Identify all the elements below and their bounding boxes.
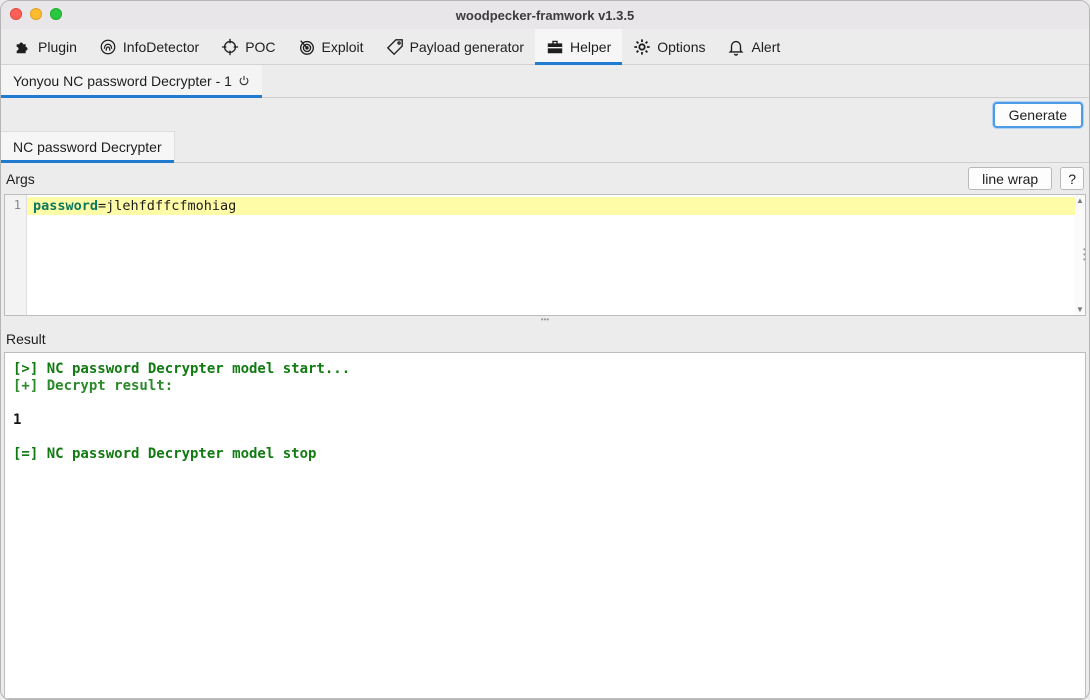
title-bar: woodpecker-framwork v1.3.5: [1, 1, 1089, 29]
result-output: [>] NC password Decrypter model start...…: [4, 352, 1086, 699]
result-blank-line: [13, 429, 1077, 446]
result-line: [>] NC password Decrypter model start...: [13, 361, 351, 377]
args-header: Args line wrap ?: [1, 163, 1089, 194]
tab-nc-password-decrypter[interactable]: NC password Decrypter: [1, 131, 175, 163]
minimize-window-button[interactable]: [30, 8, 42, 20]
result-label: Result: [6, 331, 46, 347]
tab-options-label: Options: [657, 38, 706, 55]
bell-icon: [729, 40, 744, 56]
splitter-handle-icon[interactable]: •••: [1, 316, 1089, 326]
help-button[interactable]: ?: [1060, 167, 1084, 190]
session-tabs: Yonyou NC password Decrypter - 1: [1, 65, 1089, 98]
arg-value: jlehfdffcfmohiag: [106, 198, 237, 214]
tab-payload-generator[interactable]: Payload generator: [375, 29, 535, 64]
args-buttons: line wrap ?: [968, 167, 1084, 190]
gear-icon: [634, 38, 650, 55]
result-blank-line: [13, 395, 1077, 412]
fingerprint-icon: [100, 39, 116, 54]
generate-button[interactable]: Generate: [992, 101, 1083, 128]
arg-equals: =: [98, 198, 107, 214]
power-icon[interactable]: [238, 75, 250, 87]
helper-tabs: NC password Decrypter: [1, 131, 1089, 163]
tab-poc-label: POC: [245, 38, 276, 55]
tab-exploit[interactable]: Exploit: [287, 29, 375, 64]
crosshair-icon: [222, 38, 239, 55]
tab-plugin-label: Plugin: [38, 38, 77, 55]
tab-infodetector[interactable]: InfoDetector: [88, 29, 210, 64]
result-line: [+] Decrypt result:: [13, 378, 174, 394]
args-label: Args: [6, 170, 35, 187]
app-window: woodpecker-framwork v1.3.5 Plugin InfoDe…: [0, 0, 1090, 700]
session-tab-label: Yonyou NC password Decrypter - 1: [13, 73, 232, 89]
line-number: 1: [5, 195, 27, 315]
args-editor[interactable]: 1 password=jlehfdffcfmohiag ▲ ▼: [4, 194, 1086, 316]
tab-infodetector-label: InfoDetector: [122, 38, 200, 55]
tab-yonyou-nc-decrypter[interactable]: Yonyou NC password Decrypter - 1: [1, 65, 262, 98]
close-window-button[interactable]: [10, 8, 22, 20]
tab-alert[interactable]: Alert: [716, 29, 791, 64]
tab-options[interactable]: Options: [622, 29, 716, 64]
target-icon: [299, 39, 314, 55]
puzzle-icon: [16, 42, 28, 53]
line-wrap-button[interactable]: line wrap: [968, 167, 1053, 190]
side-resize-handle-icon[interactable]: • • •: [1083, 246, 1087, 264]
code-line[interactable]: password=jlehfdffcfmohiag: [27, 197, 1075, 215]
toolbox-icon: [547, 40, 563, 53]
tab-helper-label: Helper: [569, 38, 612, 55]
result-line: 1: [13, 412, 22, 428]
result-line: [=] NC password Decrypter model stop: [13, 446, 317, 462]
window-title: woodpecker-framwork v1.3.5: [455, 7, 635, 23]
arg-key: password: [33, 198, 99, 214]
maximize-window-button[interactable]: [50, 8, 62, 20]
scroll-up-icon[interactable]: ▲: [1076, 196, 1084, 205]
tab-alert-label: Alert: [751, 38, 781, 55]
scroll-down-icon[interactable]: ▼: [1076, 305, 1084, 314]
code-area[interactable]: password=jlehfdffcfmohiag: [27, 195, 1085, 315]
tag-icon: [386, 38, 403, 55]
tab-exploit-label: Exploit: [321, 38, 364, 55]
tab-plugin[interactable]: Plugin: [3, 29, 88, 64]
window-controls: [10, 8, 62, 20]
tab-poc[interactable]: POC: [210, 29, 286, 64]
tab-payload-generator-label: Payload generator: [409, 38, 524, 55]
generate-row: Generate: [1, 98, 1089, 131]
tab-helper[interactable]: Helper: [534, 29, 623, 65]
main-toolbar: Plugin InfoDetector POC Exploit Payload …: [1, 29, 1089, 65]
